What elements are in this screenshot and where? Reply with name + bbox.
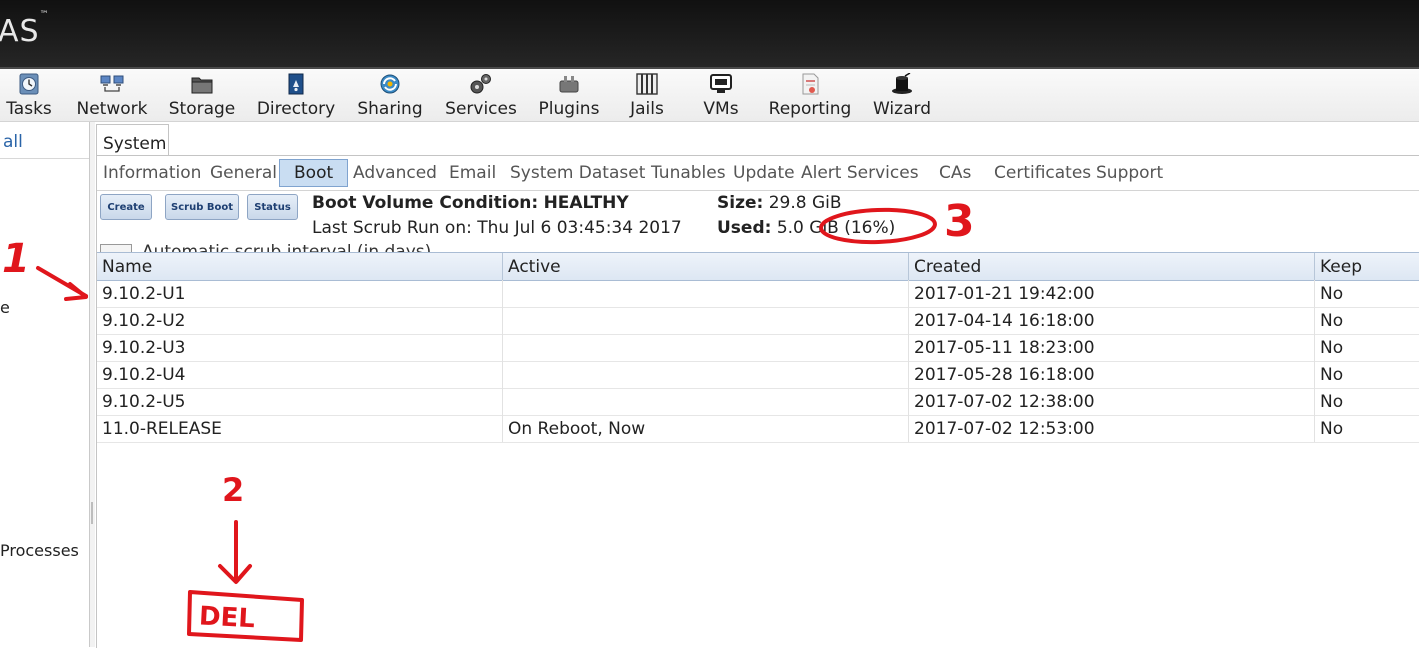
column-divider — [502, 307, 503, 334]
subtab-information[interactable]: Information — [103, 163, 201, 183]
wizard-hat-icon — [892, 73, 912, 94]
subtab-update[interactable]: Update — [733, 163, 795, 183]
plugin-icon — [559, 76, 579, 93]
report-icon — [802, 73, 819, 95]
scrub-boot-button[interactable]: Scrub Boot — [165, 194, 239, 220]
column-header-created[interactable]: Created — [909, 257, 981, 277]
scrub-interval-label: Automatic scrub interval (in days) — [142, 242, 432, 252]
column-divider — [502, 334, 503, 361]
cell-name: 11.0-RELEASE — [102, 419, 222, 439]
subtab-system-dataset[interactable]: System Dataset — [510, 163, 645, 183]
column-header-keep[interactable]: Keep — [1315, 257, 1362, 277]
toolbar-directory[interactable]: Directory — [256, 73, 336, 119]
cell-keep: No — [1320, 338, 1344, 358]
table-row[interactable]: 9.10.2-U5 2017-07-02 12:38:00 No — [97, 388, 1419, 416]
tab-system[interactable]: System — [96, 124, 169, 155]
subtab-tunables[interactable]: Tunables — [651, 163, 726, 183]
cell-name: 9.10.2-U5 — [102, 392, 186, 412]
column-header-name[interactable]: Name — [97, 257, 152, 277]
toolbar-vms[interactable]: VMs — [700, 73, 742, 119]
gears-icon — [470, 74, 491, 94]
boot-volume-condition: Boot Volume Condition: HEALTHY — [312, 193, 629, 213]
boot-used: Used: 5.0 GiB (16%) — [717, 218, 896, 238]
cell-active: On Reboot, Now — [508, 419, 646, 439]
cell-created: 2017-07-02 12:53:00 — [914, 419, 1095, 439]
subtab-general[interactable]: General — [210, 163, 277, 183]
subtab-advanced[interactable]: Advanced — [353, 163, 437, 183]
table-row[interactable]: 11.0-RELEASE On Reboot, Now 2017-07-02 1… — [97, 415, 1419, 443]
splitter-grip[interactable] — [91, 502, 93, 524]
condition-value: HEALTHY — [543, 193, 629, 213]
tree-item-partial[interactable]: e — [0, 298, 10, 317]
cell-created: 2017-05-11 18:23:00 — [914, 338, 1095, 358]
cell-created: 2017-07-02 12:38:00 — [914, 392, 1095, 412]
directory-icon — [288, 73, 304, 95]
cell-name: 9.10.2-U2 — [102, 311, 186, 331]
system-subtabs: Information General Boot Advanced Email … — [97, 156, 1419, 191]
cell-keep: No — [1320, 284, 1344, 304]
toolbar-storage[interactable]: Storage — [168, 73, 236, 119]
cell-name: 9.10.2-U4 — [102, 365, 186, 385]
tree-item-processes[interactable]: Processes — [0, 541, 79, 560]
network-icon — [100, 75, 124, 92]
toolbar-jails[interactable]: Jails — [626, 73, 668, 119]
toolbar-wizard[interactable]: Wizard — [872, 73, 932, 119]
system-tab-content: Information General Boot Advanced Email … — [96, 155, 1419, 648]
top-banner: AS™ — [0, 0, 1419, 67]
scrub-interval-row: Automatic scrub interval (in days) — [100, 242, 520, 252]
folder-icon — [191, 77, 213, 94]
status-button[interactable]: Status — [247, 194, 298, 220]
product-logo: AS™ — [0, 10, 50, 49]
toolbar-plugins[interactable]: Plugins — [538, 73, 600, 119]
pane-splitter[interactable] — [90, 122, 95, 647]
clock-icon — [19, 73, 39, 95]
subtab-boot[interactable]: Boot — [279, 159, 349, 187]
cell-keep: No — [1320, 419, 1344, 439]
table-row[interactable]: 9.10.2-U1 2017-01-21 19:42:00 No — [97, 280, 1419, 308]
toolbar-services[interactable]: Services — [444, 73, 518, 119]
cell-name: 9.10.2-U3 — [102, 338, 186, 358]
monitor-icon — [710, 74, 732, 93]
left-navigation-pane: all e Processes — [0, 122, 90, 647]
column-divider — [502, 280, 503, 307]
jails-icon — [636, 73, 658, 95]
toolbar-network[interactable]: Network — [76, 73, 148, 119]
table-row[interactable]: 9.10.2-U2 2017-04-14 16:18:00 No — [97, 307, 1419, 335]
main-toolbar: Tasks Network Storage Directory Sharing … — [0, 69, 1419, 122]
table-header: Name Active Created Keep — [97, 252, 1419, 281]
toolbar-sharing[interactable]: Sharing — [356, 73, 424, 119]
cell-name: 9.10.2-U1 — [102, 284, 186, 304]
create-button[interactable]: Create — [100, 194, 152, 220]
cell-keep: No — [1320, 392, 1344, 412]
subtab-support[interactable]: Support — [1096, 163, 1163, 183]
column-divider — [502, 361, 503, 388]
subtab-alert-services[interactable]: Alert Services — [801, 163, 919, 183]
left-pane-divider — [0, 158, 89, 159]
cell-created: 2017-05-28 16:18:00 — [914, 365, 1095, 385]
scrub-interval-input[interactable] — [100, 244, 132, 252]
boot-size: Size: 29.8 GiB — [717, 193, 842, 213]
cell-keep: No — [1320, 365, 1344, 385]
subtab-cas[interactable]: CAs — [939, 163, 971, 183]
cell-created: 2017-01-21 19:42:00 — [914, 284, 1095, 304]
cell-created: 2017-04-14 16:18:00 — [914, 311, 1095, 331]
last-scrub-run: Last Scrub Run on: Thu Jul 6 03:45:34 20… — [312, 218, 682, 238]
column-divider — [502, 388, 503, 415]
cell-keep: No — [1320, 311, 1344, 331]
column-header-active[interactable]: Active — [503, 257, 561, 277]
sharing-icon — [380, 74, 400, 94]
toolbar-tasks[interactable]: Tasks — [4, 73, 54, 119]
table-row[interactable]: 9.10.2-U4 2017-05-28 16:18:00 No — [97, 361, 1419, 389]
subtab-certificates[interactable]: Certificates — [994, 163, 1091, 183]
table-row[interactable]: 9.10.2-U3 2017-05-11 18:23:00 No — [97, 334, 1419, 362]
toolbar-reporting[interactable]: Reporting — [768, 73, 852, 119]
subtab-email[interactable]: Email — [449, 163, 496, 183]
expand-all-link[interactable]: all — [3, 132, 23, 152]
